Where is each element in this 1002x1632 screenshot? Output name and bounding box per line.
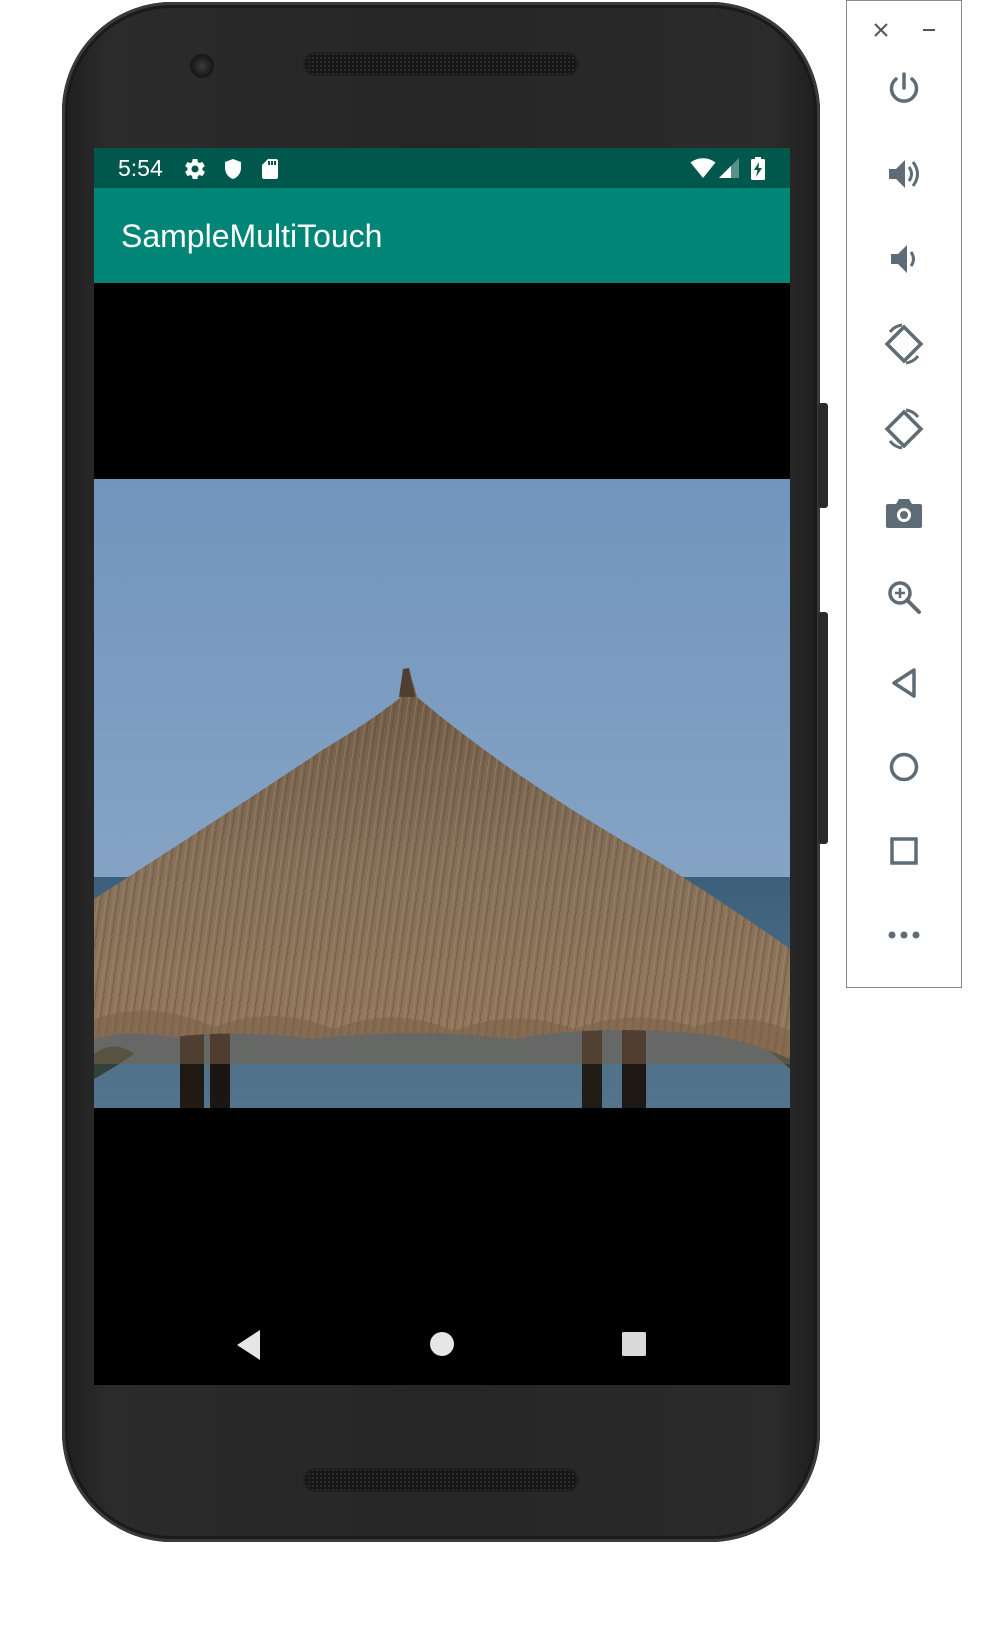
zoom-button[interactable] bbox=[847, 569, 961, 629]
volume-down-icon bbox=[885, 240, 923, 283]
settings-icon bbox=[183, 157, 207, 186]
top-speaker-grille bbox=[303, 52, 579, 76]
bottom-speaker-grille bbox=[303, 1468, 579, 1492]
rotate-left-icon bbox=[882, 322, 926, 371]
back-button[interactable] bbox=[847, 655, 961, 715]
thatched-umbrella-photo[interactable] bbox=[94, 479, 790, 1108]
overview-square-icon bbox=[886, 833, 922, 874]
app-toolbar: SampleMultiTouch bbox=[94, 188, 790, 283]
camera-icon bbox=[884, 494, 924, 537]
screenshot-button[interactable] bbox=[847, 485, 961, 545]
signal-icon bbox=[718, 157, 740, 186]
power-icon bbox=[885, 70, 923, 113]
app-title: SampleMultiTouch bbox=[121, 218, 383, 254]
volume-down-button[interactable] bbox=[847, 231, 961, 291]
rotate-left-button[interactable] bbox=[847, 316, 961, 376]
status-time: 5:54 bbox=[118, 155, 163, 181]
home-circle-icon bbox=[886, 749, 922, 790]
wifi-icon bbox=[690, 157, 716, 186]
rotate-right-icon bbox=[882, 407, 926, 456]
rotate-right-button[interactable] bbox=[847, 401, 961, 461]
power-button[interactable] bbox=[847, 61, 961, 121]
zoom-in-icon bbox=[885, 578, 923, 621]
volume-up-button[interactable] bbox=[847, 146, 961, 206]
close-icon[interactable] bbox=[866, 15, 896, 45]
status-bar: 5:54 bbox=[94, 148, 790, 188]
volume-side-button bbox=[818, 612, 828, 844]
nav-recents-icon[interactable] bbox=[621, 1331, 647, 1362]
navigation-bar bbox=[94, 1308, 790, 1385]
nav-home-icon[interactable] bbox=[428, 1330, 456, 1363]
shield-icon bbox=[221, 157, 245, 186]
more-button[interactable] bbox=[847, 907, 961, 967]
back-triangle-icon bbox=[886, 665, 922, 706]
power-side-button bbox=[818, 403, 828, 508]
front-camera bbox=[190, 54, 214, 78]
battery-charging-icon bbox=[750, 157, 766, 186]
volume-up-icon bbox=[885, 155, 923, 198]
device-screen: 5:54 SampleMultiTouch bbox=[94, 148, 790, 1385]
home-button[interactable] bbox=[847, 739, 961, 799]
overview-button[interactable] bbox=[847, 823, 961, 883]
emulator-toolbar bbox=[846, 0, 962, 988]
more-dots-icon bbox=[886, 928, 922, 946]
minimize-icon[interactable] bbox=[914, 15, 944, 45]
sd-card-icon bbox=[258, 157, 282, 186]
nav-back-icon[interactable] bbox=[234, 1328, 262, 1367]
